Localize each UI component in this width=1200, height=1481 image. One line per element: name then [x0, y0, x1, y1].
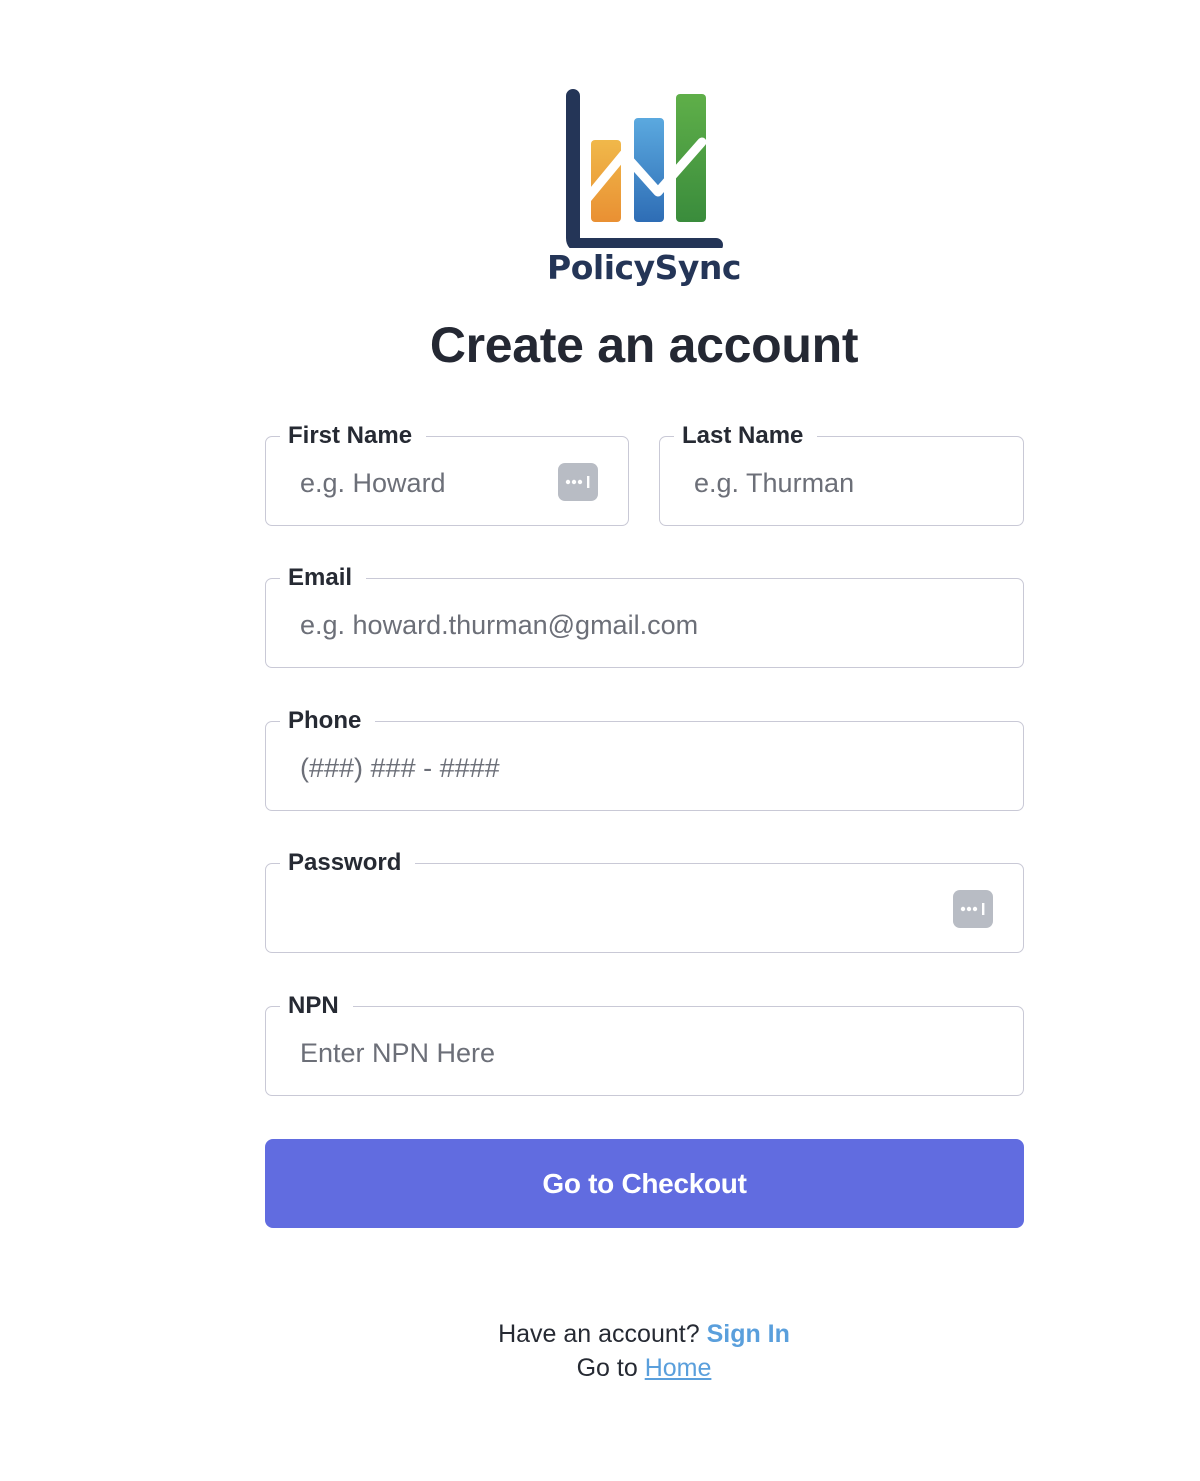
page-title: Create an account: [429, 317, 859, 373]
sign-in-link[interactable]: Sign In: [707, 1320, 790, 1348]
brand-name: PolicySync: [547, 248, 741, 287]
first-name-field-box: First Name: [265, 420, 629, 526]
go-to-text: Go to: [576, 1354, 638, 1382]
logo-chart-icon: [566, 89, 723, 248]
password-label: Password: [280, 847, 416, 879]
phone-label: Phone: [280, 705, 376, 737]
npn-field-box: NPN: [265, 990, 1024, 1096]
go-home-line: Go to Home: [0, 1354, 1200, 1383]
last-name-input[interactable]: [694, 463, 943, 503]
email-input[interactable]: [300, 605, 943, 645]
email-field-box: Email: [265, 562, 1024, 668]
last-name-label: Last Name: [674, 420, 818, 452]
first-name-label: First Name: [280, 420, 427, 452]
last-name-field-box: Last Name: [659, 420, 1024, 526]
phone-field-box: Phone: [265, 705, 1024, 811]
npn-input[interactable]: [300, 1033, 943, 1073]
npn-label: NPN: [280, 990, 353, 1022]
email-label: Email: [280, 562, 367, 594]
go-to-checkout-button[interactable]: Go to Checkout: [265, 1139, 1024, 1228]
first-name-input[interactable]: [300, 463, 548, 503]
home-link[interactable]: Home: [645, 1354, 712, 1382]
have-account-line: Have an account? Sign In: [0, 1320, 1200, 1349]
have-account-text: Have an account?: [498, 1320, 700, 1348]
password-input[interactable]: [300, 890, 943, 930]
phone-input[interactable]: [300, 748, 943, 788]
password-autofill-icon[interactable]: [953, 890, 993, 928]
password-field-box: Password: [265, 847, 1024, 953]
password-autofill-icon[interactable]: [558, 463, 598, 501]
